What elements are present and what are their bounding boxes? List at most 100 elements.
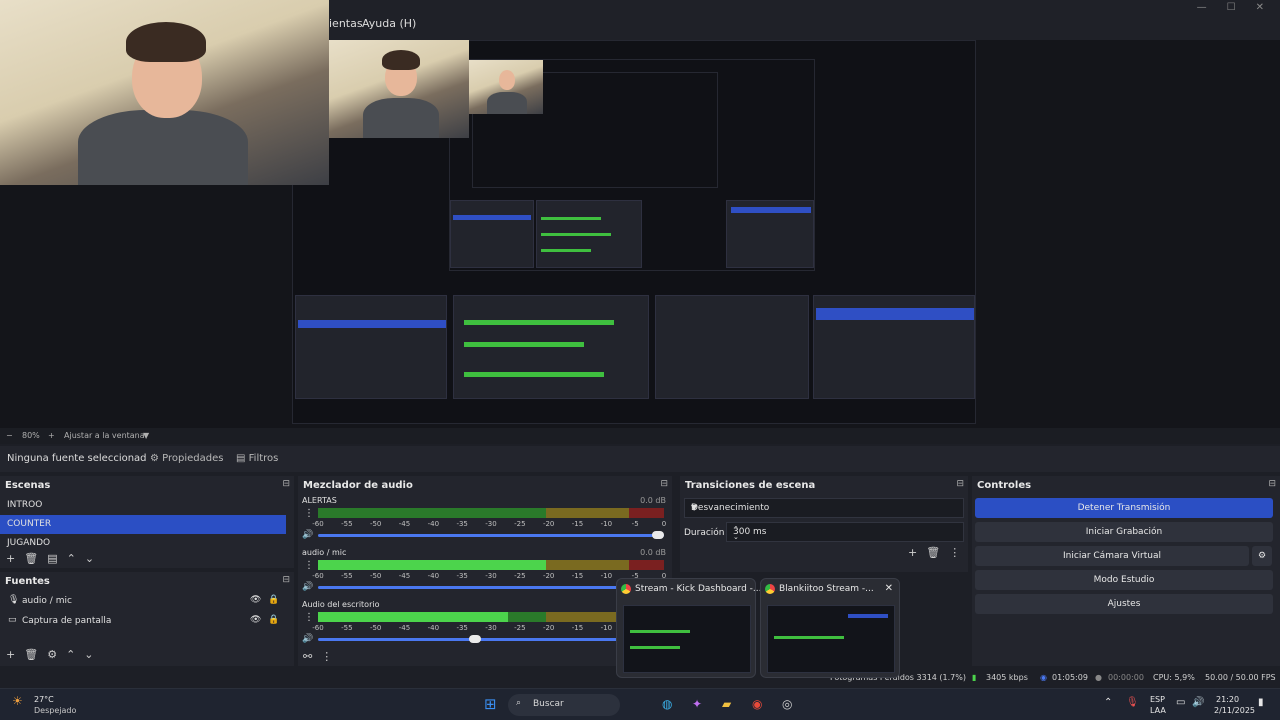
source-toolbar: Ninguna fuente seleccionad ⚙ Propiedades… [0,446,1280,472]
edge-icon[interactable]: ◍ [662,697,672,711]
network-icon[interactable]: ▭ [1176,697,1185,708]
menu-help[interactable]: Ayuda (H) [362,17,416,30]
properties-button[interactable]: ⚙ Propiedades [150,453,223,464]
kebab-menu-icon[interactable]: ⋮ [321,650,332,663]
mini-mixer-panel-2 [453,295,649,399]
trash-icon[interactable]: 🗑 [24,648,38,661]
close-icon[interactable]: ✕ [1256,2,1264,13]
eye-icon[interactable]: 👁 [250,595,261,605]
sources-title: Fuentes [5,576,50,587]
mixer-channel: audio / mic 0.0 dB ⋮ -60 -55 -50 -45 -40 -35 -… [302,548,666,598]
chevron-up-icon[interactable]: ⌃ [1104,697,1112,708]
menu-tools[interactable]: ientas [329,17,363,30]
speaker-icon[interactable]: 🔊 [302,530,313,540]
slider-knob[interactable] [652,531,664,539]
move-up-icon[interactable]: ⌃ [67,552,76,565]
source-item[interactable]: ▭ Captura de pantalla 👁 🔒 [0,612,286,631]
dock-options-icon[interactable]: ⊟ [282,575,290,585]
slider-knob[interactable] [468,635,481,643]
copilot-icon[interactable]: ✦ [692,697,702,711]
chrome-icon[interactable]: ◉ [752,697,762,711]
filters-button[interactable]: ▤ Filtros [236,453,278,464]
mic-icon[interactable]: 🎙 [1126,697,1139,708]
controls-title: Controles [977,480,1032,491]
scale-tick: -20 [542,624,555,632]
notification-icon[interactable]: ▮ [1258,697,1264,708]
lock-icon[interactable]: 🔒 [268,595,279,605]
kebab-menu-icon[interactable]: ⋮ [949,546,960,559]
volume-icon[interactable]: 🔊 [1192,697,1204,708]
dock-options-icon[interactable]: ⊟ [956,479,964,489]
kebab-menu-icon[interactable]: ⋮ [304,612,314,623]
record-icon: ● [1095,673,1102,682]
zoom-in-icon[interactable]: + [48,431,55,440]
preview-canvas[interactable] [0,0,1280,428]
windows-start-icon[interactable]: ⊞ [484,695,497,713]
gear-icon[interactable]: ⚙ [47,648,57,661]
maximize-icon[interactable]: ☐ [1227,2,1236,13]
speaker-icon[interactable]: 🔊 [302,634,313,644]
zoom-dropdown-icon[interactable]: ▼ [143,431,149,440]
studio-mode-button[interactable]: Modo Estudio [975,570,1273,590]
volume-slider[interactable] [318,531,664,539]
selected-source-label: Ninguna fuente seleccionad [7,453,147,464]
minimize-icon[interactable]: — [1197,2,1207,13]
kebab-menu-icon[interactable]: ⋮ [304,560,314,571]
trash-icon[interactable]: 🗑 [24,552,38,565]
dock-options-icon[interactable]: ⊟ [1268,479,1276,489]
settings-button[interactable]: Ajustes [975,594,1273,614]
dock-options-icon[interactable]: ⊟ [660,479,668,489]
source-item[interactable]: 🎙 audio / mic 👁 🔒 [0,592,286,611]
taskbar-preview[interactable]: Stream - Kick Dashboard -... [616,578,761,678]
chevron-down-icon: ▼ [691,503,698,512]
language-top[interactable]: ESP [1150,695,1165,704]
language-bottom[interactable]: LAA [1150,706,1166,715]
move-down-icon[interactable]: ⌄ [84,648,93,661]
move-up-icon[interactable]: ⌃ [66,648,75,661]
scale-tick: -55 [341,624,353,632]
bitrate: 3405 kbps [986,673,1028,682]
kebab-menu-icon[interactable]: ⋮ [304,508,314,519]
obs-icon[interactable]: ◎ [782,697,792,711]
add-icon[interactable]: + [6,648,15,661]
taskbar-search[interactable]: ⌕ Buscar [508,694,620,716]
lock-icon[interactable]: 🔒 [268,615,279,625]
search-icon: ⌕ [516,698,522,708]
scale-tick: -35 [456,624,468,632]
dock-options-icon[interactable]: ⊟ [282,479,290,489]
scale-tick: -45 [398,572,411,580]
link-icon[interactable]: ⚯ [303,650,312,663]
filter-icon[interactable]: ▤ [47,552,57,565]
trash-icon[interactable]: 🗑 [926,546,940,559]
volume-slider[interactable] [318,583,664,591]
scenes-toolbar: + 🗑 ▤ ⌃ ⌄ [6,552,94,565]
scale-tick: -30 [485,520,497,528]
channel-name: audio / mic [302,548,347,557]
folder-icon[interactable]: ▰ [722,697,731,711]
zoom-fit-label[interactable]: Ajustar a la ventana [64,431,145,440]
scene-item-selected[interactable]: COUNTER [0,515,286,534]
scale-tick: -15 [571,624,584,632]
clock-date[interactable]: 2/11/2025 [1214,706,1255,715]
move-down-icon[interactable]: ⌄ [85,552,94,565]
scene-item[interactable]: INTROO [0,496,286,515]
scene-item[interactable]: JUGANDO [0,534,286,548]
add-icon[interactable]: + [908,546,917,559]
transition-select[interactable]: Desvanecimiento ▼ [684,498,964,518]
transitions-dock: Transiciones de escena ⊟ Desvanecimiento ▼… [680,476,968,572]
eye-icon[interactable]: 👁 [250,615,261,625]
add-icon[interactable]: + [6,552,15,565]
clock-time[interactable]: 21:20 [1216,695,1239,704]
close-icon[interactable]: ✕ [885,583,893,594]
speaker-icon[interactable]: 🔊 [302,582,313,592]
stop-streaming-button[interactable]: Detener Transmisión [975,498,1273,518]
start-virtual-camera-button[interactable]: Iniciar Cámara Virtual [975,546,1249,566]
virtual-camera-settings-button[interactable]: ⚙ [1252,546,1272,566]
volume-meter [318,560,664,570]
duration-stepper[interactable]: 300 ms ⌃ ⌄ [726,522,964,542]
zoom-out-icon[interactable]: − [6,431,13,440]
meter-scale: -60-55-50-45-40-35-30-25-20-15-10-50 [312,624,666,634]
volume-slider[interactable] [318,635,664,643]
taskbar-preview[interactable]: Blankiitoo Stream -... ✕ [760,578,900,678]
start-recording-button[interactable]: Iniciar Grabación [975,522,1273,542]
